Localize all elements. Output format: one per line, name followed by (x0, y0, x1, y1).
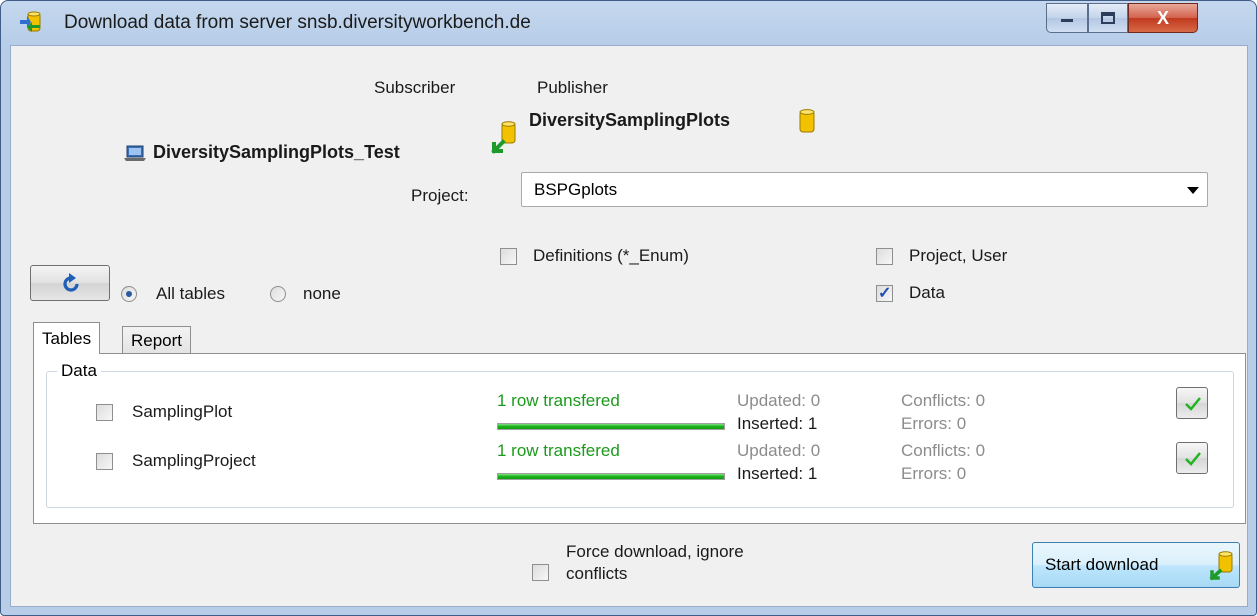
refresh-icon (63, 273, 79, 292)
tab-report[interactable]: Report (122, 326, 192, 354)
data-group-label: Data (57, 361, 101, 381)
transfer-status: 1 row transfered (497, 391, 620, 410)
inserted-count: Inserted: 1 (737, 414, 818, 433)
dialog-client: Subscriber Publisher DiversitySamplingPl… (10, 45, 1248, 607)
project-value: BSPGplots (534, 180, 618, 199)
updated-count: Updated: 0 (737, 391, 821, 410)
force-download-label-line2: conflicts (566, 564, 628, 583)
database-icon (799, 109, 815, 133)
sync-database-icon (20, 11, 41, 32)
inserted-count: Inserted: 1 (737, 464, 818, 483)
updated-count: Updated: 0 (737, 441, 821, 460)
samplingproject-checkbox[interactable] (96, 453, 113, 470)
table-ok-button[interactable] (1176, 387, 1208, 419)
none-radio[interactable] (270, 286, 286, 302)
definitions-checkbox[interactable] (500, 248, 517, 265)
force-download-checkbox[interactable] (532, 564, 549, 581)
subscriber-database: DiversitySamplingPlots_Test (153, 142, 400, 162)
refresh-button[interactable] (30, 265, 110, 301)
subscriber-label: Subscriber (374, 78, 456, 97)
transfer-status: 1 row transfered (497, 441, 620, 460)
window-title: Download data from server snsb.diversity… (64, 12, 531, 33)
maximize-icon (1101, 12, 1115, 24)
close-button[interactable]: X (1128, 3, 1198, 33)
maximize-button[interactable] (1088, 3, 1128, 33)
download-arrow-icon (491, 121, 516, 154)
progress-bar (497, 473, 725, 480)
minimize-icon (1061, 19, 1073, 22)
errors-count: Errors: 0 (901, 414, 967, 433)
none-label: none (303, 284, 341, 303)
close-icon: X (1156, 7, 1169, 28)
checkmark-icon: ✓ (878, 285, 892, 302)
table-ok-button[interactable] (1176, 442, 1208, 474)
chevron-down-icon (1187, 187, 1199, 194)
force-download-label-line1: Force download, ignore (566, 542, 744, 561)
start-download-button[interactable]: Start download (1032, 542, 1240, 588)
errors-count: Errors: 0 (901, 464, 967, 483)
all-tables-label: All tables (156, 284, 225, 303)
conflicts-count: Conflicts: 0 (901, 391, 986, 410)
conflicts-count: Conflicts: 0 (901, 441, 986, 460)
data-groupbox: Data SamplingPlot 1 row transfered Updat… (46, 361, 1234, 508)
table-name-samplingproject: SamplingProject (132, 451, 256, 470)
progress-bar (497, 423, 725, 430)
checkmark-icon (1185, 452, 1201, 466)
checkmark-icon (1185, 397, 1201, 411)
definitions-label: Definitions (*_Enum) (533, 246, 689, 265)
publisher-label: Publisher (537, 78, 608, 97)
all-tables-radio[interactable] (121, 286, 137, 302)
project-select[interactable]: BSPGplots (521, 172, 1208, 207)
publisher-database: DiversitySamplingPlots (529, 110, 731, 130)
start-download-label: Start download (1045, 555, 1159, 574)
download-arrow-icon (1209, 551, 1233, 581)
table-name-samplingplot: SamplingPlot (132, 402, 233, 421)
project-user-checkbox[interactable] (876, 248, 893, 265)
title-bar: Download data from server snsb.diversity… (1, 1, 1256, 45)
laptop-icon (124, 145, 146, 161)
data-label: Data (909, 283, 945, 302)
project-user-label: Project, User (909, 246, 1008, 265)
data-checkbox[interactable]: ✓ (876, 285, 893, 302)
tab-tables[interactable]: Tables (33, 322, 101, 354)
samplingplot-checkbox[interactable] (96, 404, 113, 421)
tables-panel: Data SamplingPlot 1 row transfered Updat… (33, 353, 1246, 524)
minimize-button[interactable] (1046, 3, 1088, 33)
project-label: Project: (411, 186, 469, 205)
dialog-window: Download data from server snsb.diversity… (0, 0, 1257, 616)
